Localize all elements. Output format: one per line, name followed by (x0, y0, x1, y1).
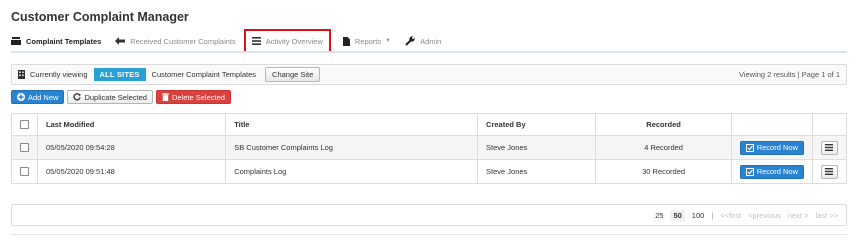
list-icon (825, 144, 834, 151)
building-icon (18, 70, 25, 79)
table-row: 05/05/2020 09:51:48 Complaints Log Steve… (11, 159, 848, 184)
last-page-link[interactable]: last >> (815, 211, 838, 220)
cell-recorded: 4 Recorded (595, 135, 732, 160)
select-all-checkbox[interactable] (20, 120, 29, 130)
tab-admin-label: Admin (420, 36, 442, 46)
tab-reports[interactable]: Reports ▼ (342, 31, 392, 51)
row-checkbox[interactable] (20, 167, 29, 177)
record-now-button[interactable]: Record Now (739, 164, 804, 179)
activity-icon (251, 37, 261, 45)
duplicate-selected-button[interactable]: Duplicate Selected (67, 90, 153, 104)
row-select-cell (11, 135, 38, 160)
main-nav: Complaint Templates Received Customer Co… (11, 29, 847, 53)
action-toolbar: Add New Duplicate Selected Delete Select… (11, 90, 234, 104)
pager-separator: | (711, 210, 714, 220)
cell-recorded: 30 Recorded (595, 159, 732, 184)
column-header-recorded[interactable]: Recorded (595, 113, 732, 136)
tab-activity-overview[interactable]: Activity Overview (243, 29, 331, 53)
plus-circle-icon (17, 93, 25, 101)
column-header-action (730, 113, 813, 136)
record-now-label: Record Now (756, 167, 798, 176)
chevron-down-icon: ▼ (385, 38, 392, 44)
previous-page-link[interactable]: <previous (748, 211, 781, 220)
list-icon (825, 168, 834, 175)
refresh-icon (73, 93, 82, 101)
cell-created-by: Steve Jones (477, 159, 597, 184)
table-header-row: Last Modified Title Created By Recorded (11, 113, 848, 136)
site-context-bar: Currently viewing ALL SITES Customer Com… (11, 64, 847, 85)
add-new-label: Add New (28, 92, 59, 102)
document-icon (342, 36, 350, 46)
cell-title: SB Customer Complaints Log (225, 135, 479, 160)
site-scope-badge: ALL SITES (93, 68, 146, 81)
viewing-prefix: Currently viewing (30, 70, 88, 79)
tab-reports-label: Reports (354, 36, 382, 46)
footer-divider (11, 234, 847, 235)
edit-check-icon (745, 167, 754, 176)
record-now-button[interactable]: Record Now (739, 140, 804, 155)
pagination-bar: 25 50 100 | <<first <previous next > las… (11, 204, 847, 226)
delete-selected-button[interactable]: Delete Selected (155, 90, 231, 104)
change-site-button[interactable]: Change Site (265, 67, 321, 82)
cell-last-modified: 05/05/2020 09:54:28 (36, 135, 227, 160)
duplicate-selected-label: Duplicate Selected (84, 92, 147, 102)
tab-admin[interactable]: Admin (405, 31, 441, 51)
cell-action: Record Now (730, 159, 813, 184)
tab-received-complaints[interactable]: Received Customer Complaints (115, 31, 236, 51)
cell-menu (811, 159, 848, 184)
cell-last-modified: 05/05/2020 09:51:48 (36, 159, 227, 184)
templates-table: Last Modified Title Created By Recorded … (11, 113, 848, 184)
cell-created-by: Steve Jones (477, 135, 597, 160)
tab-activity-overview-label: Activity Overview (265, 36, 323, 46)
page-size-100[interactable]: 100 (692, 211, 705, 220)
wrench-icon (405, 36, 415, 46)
row-menu-button[interactable] (820, 164, 838, 179)
column-header-title[interactable]: Title (225, 113, 479, 136)
page-size-50[interactable]: 50 (670, 209, 685, 221)
arrow-left-icon (115, 37, 126, 45)
tab-complaint-templates-label: Complaint Templates (26, 36, 102, 46)
column-header-created-by[interactable]: Created By (477, 113, 597, 136)
cell-title: Complaints Log (225, 159, 479, 184)
row-checkbox[interactable] (20, 143, 29, 153)
viewing-suffix: Customer Complaint Templates (151, 70, 257, 79)
tab-received-complaints-label: Received Customer Complaints (130, 36, 236, 46)
edit-check-icon (745, 143, 754, 152)
next-page-link[interactable]: next > (788, 211, 809, 220)
row-menu-button[interactable] (820, 140, 838, 155)
templates-icon (11, 37, 21, 45)
select-all-cell (11, 113, 38, 136)
record-now-label: Record Now (756, 143, 798, 152)
page-title: Customer Complaint Manager (11, 10, 189, 24)
trash-icon (161, 93, 169, 101)
row-select-cell (11, 159, 38, 184)
results-summary: Viewing 2 results | Page 1 of 1 (738, 70, 840, 79)
add-new-button[interactable]: Add New (11, 90, 65, 104)
column-header-menu (811, 113, 848, 136)
cell-action: Record Now (730, 135, 813, 160)
nav-divider (11, 51, 847, 53)
table-row: 05/05/2020 09:54:28 SB Customer Complain… (11, 135, 848, 160)
cell-menu (811, 135, 848, 160)
page-size-25[interactable]: 25 (655, 211, 663, 220)
delete-selected-label: Delete Selected (171, 92, 225, 102)
tab-complaint-templates[interactable]: Complaint Templates (11, 31, 101, 51)
first-page-link[interactable]: <<first (720, 211, 741, 220)
column-header-last-modified[interactable]: Last Modified (36, 113, 227, 136)
